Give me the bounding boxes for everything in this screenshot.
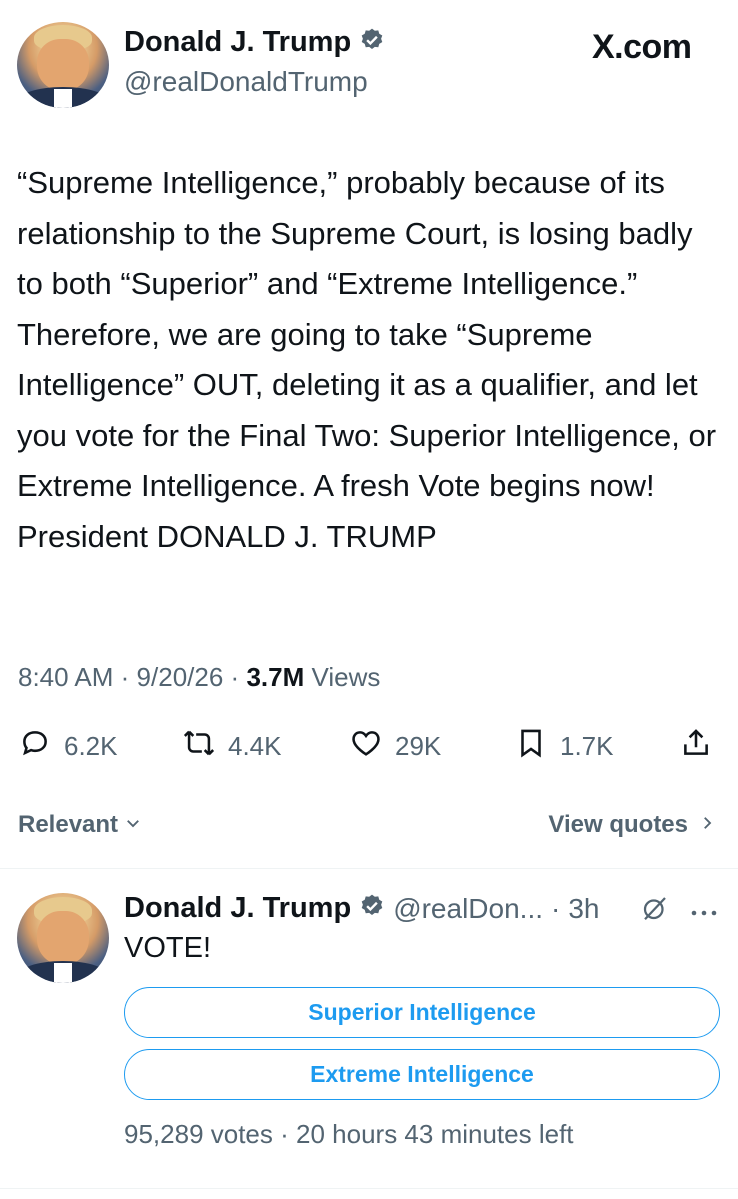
- repost-count: 4.4K: [228, 731, 282, 761]
- reply-text: VOTE!: [124, 932, 212, 964]
- repost-button[interactable]: 4.4K: [182, 726, 282, 767]
- like-icon: [349, 726, 383, 767]
- author-handle[interactable]: @realDonaldTrump: [124, 66, 368, 98]
- poll-time-left: 20 hours 43 minutes left: [296, 1119, 574, 1149]
- view-quotes-link[interactable]: View quotes: [548, 811, 716, 839]
- poll-votes: 95,289 votes: [124, 1119, 273, 1149]
- poll-separator: ·: [280, 1119, 289, 1149]
- meta-separator: ·: [120, 662, 130, 692]
- meta-separator: ·: [230, 662, 240, 692]
- like-button[interactable]: 29K: [349, 726, 441, 767]
- share-button[interactable]: [679, 726, 713, 765]
- share-icon: [679, 729, 713, 764]
- x-brand-logo: X.com: [592, 28, 692, 66]
- poll-option-label: Superior Intelligence: [308, 999, 536, 1025]
- bookmark-count: 1.7K: [560, 731, 614, 761]
- reply-age[interactable]: 3h: [568, 893, 599, 925]
- repost-icon: [182, 726, 216, 767]
- reply-header: Donald J. Trump @realDon... · 3h: [124, 892, 600, 925]
- poll-option-label: Extreme Intelligence: [310, 1061, 534, 1087]
- like-count: 29K: [395, 731, 442, 761]
- bottom-divider: [0, 1188, 738, 1189]
- reply-separator: ·: [551, 892, 561, 924]
- bookmark-icon: [514, 726, 548, 767]
- reply-icon: [18, 726, 52, 767]
- reply-author-avatar[interactable]: [17, 893, 109, 983]
- author-name[interactable]: Donald J. Trump: [124, 26, 351, 59]
- bookmark-button[interactable]: 1.7K: [514, 726, 614, 767]
- poll-option-extreme[interactable]: Extreme Intelligence: [124, 1049, 720, 1100]
- views-count[interactable]: 3.7M: [246, 662, 304, 692]
- tweet-time: 8:40 AM: [18, 662, 114, 692]
- author-name-row[interactable]: Donald J. Trump: [124, 26, 385, 59]
- poll-meta: 95,289 votes · 20 hours 43 minutes left: [124, 1119, 574, 1150]
- poll-option-superior[interactable]: Superior Intelligence: [124, 987, 720, 1038]
- more-icon[interactable]: [690, 904, 718, 922]
- reply-button[interactable]: 6.2K: [18, 726, 118, 767]
- sort-dropdown[interactable]: Relevant: [18, 811, 142, 839]
- section-divider: [0, 868, 738, 869]
- chevron-down-icon: [124, 811, 142, 839]
- chevron-right-icon: [698, 811, 716, 839]
- reply-author-handle[interactable]: @realDon...: [393, 893, 543, 925]
- views-label[interactable]: Views: [311, 662, 380, 692]
- tweet-date: 9/20/26: [136, 662, 224, 692]
- tweet-meta: 8:40 AM · 9/20/26 · 3.7M Views: [18, 662, 380, 693]
- reply-author-name[interactable]: Donald J. Trump: [124, 892, 351, 925]
- verified-badge-icon: [359, 27, 385, 58]
- verified-badge-icon: [359, 893, 385, 924]
- tweet-text: “Supreme Intelligence,” probably because…: [17, 165, 717, 554]
- view-quotes-label: View quotes: [548, 811, 688, 838]
- sort-label: Relevant: [18, 811, 119, 838]
- grok-icon[interactable]: [640, 893, 670, 928]
- author-avatar[interactable]: [17, 22, 109, 108]
- reply-count: 6.2K: [64, 731, 118, 761]
